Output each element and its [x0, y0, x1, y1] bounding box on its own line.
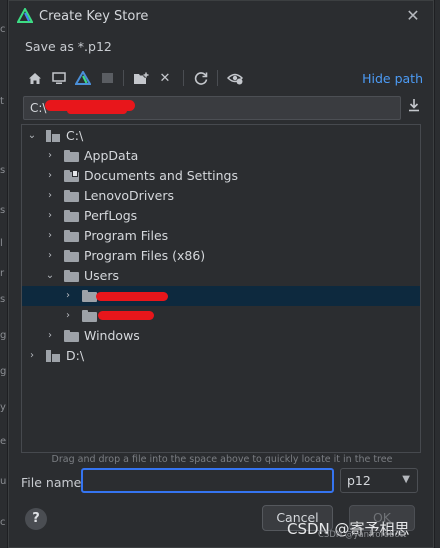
chevron-right-icon[interactable]: › [44, 146, 56, 166]
new-folder-icon[interactable] [131, 68, 151, 88]
folder-icon [64, 330, 79, 342]
dialog-title: Create Key Store [39, 9, 149, 24]
tree-node-program-files-x86[interactable]: › Program Files (x86) [22, 246, 420, 266]
folder-icon [64, 250, 79, 262]
help-button[interactable]: ? [25, 508, 47, 530]
tree-node-perflogs[interactable]: › PerfLogs [22, 206, 420, 226]
chevron-right-icon[interactable]: › [44, 206, 56, 226]
download-icon[interactable] [405, 98, 423, 118]
chevron-right-icon[interactable]: › [44, 226, 56, 246]
tree-node-lenovodrivers[interactable]: › LenovoDrivers [22, 186, 420, 206]
csdn-watermark-sub: CSDN @yanfrorobott [318, 530, 407, 540]
chevron-right-icon[interactable]: › [44, 186, 56, 206]
chevron-down-icon[interactable]: ⌄ [44, 266, 56, 286]
folder-icon [64, 270, 79, 282]
tree-node-program-files[interactable]: › Program Files [22, 226, 420, 246]
chevron-right-icon[interactable]: › [44, 246, 56, 266]
chevron-right-icon[interactable]: › [44, 326, 56, 346]
folder-icon [64, 230, 79, 242]
chevron-right-icon[interactable]: › [44, 166, 56, 186]
create-key-store-dialog: Create Key Store ✕ Save as *.p12 ✕ Hide … [8, 0, 434, 548]
desktop-icon[interactable] [49, 68, 69, 88]
folder-icon [64, 210, 79, 222]
refresh-icon[interactable] [191, 68, 211, 88]
redaction-mark [67, 107, 127, 114]
extension-select[interactable]: p12 ▼ [340, 468, 418, 493]
folder-icon [64, 190, 79, 202]
dialog-titlebar: Create Key Store ✕ [9, 1, 433, 31]
module-icon[interactable] [97, 68, 117, 88]
close-icon[interactable]: ✕ [403, 6, 423, 26]
redaction-mark [98, 311, 154, 320]
chevron-right-icon[interactable]: › [62, 306, 74, 326]
toolbar-separator [183, 70, 184, 86]
project-icon[interactable] [73, 68, 93, 88]
extension-select-value: p12 [347, 473, 371, 488]
file-tree: ⌄ C:\ › AppData › Documents and Settings… [21, 124, 421, 453]
android-studio-logo-icon [17, 8, 33, 23]
file-name-input[interactable] [81, 468, 334, 493]
tree-node-c-drive[interactable]: ⌄ C:\ [22, 126, 420, 146]
dialog-subtitle: Save as *.p12 [25, 39, 112, 54]
chevron-down-icon: ▼ [402, 474, 410, 485]
chevron-right-icon[interactable]: › [26, 346, 38, 366]
toolbar-separator [217, 70, 218, 86]
file-name-label: File name: [21, 475, 86, 490]
show-hidden-icon[interactable] [225, 68, 245, 88]
delete-icon[interactable]: ✕ [155, 68, 175, 88]
redaction-mark [96, 292, 168, 301]
tree-node-documents-and-settings[interactable]: › Documents and Settings [22, 166, 420, 186]
tree-node-windows[interactable]: › Windows [22, 326, 420, 346]
drive-icon [46, 350, 60, 362]
tree-node-redacted[interactable]: › [22, 306, 420, 326]
hide-path-link[interactable]: Hide path [362, 71, 423, 86]
tree-node-d-drive[interactable]: › D:\ [22, 346, 420, 366]
drive-icon [46, 130, 60, 142]
background-window-left-edge: c t s s l r s g g y e u c [0, 0, 8, 548]
tree-node-appdata[interactable]: › AppData [22, 146, 420, 166]
home-icon[interactable] [25, 68, 45, 88]
toolbar-separator [123, 70, 124, 86]
shortcut-badge-icon [72, 170, 78, 177]
tree-node-users[interactable]: ⌄ Users [22, 266, 420, 286]
chevron-down-icon[interactable]: ⌄ [26, 126, 38, 146]
background-window-right-edge [434, 0, 440, 548]
file-chooser-toolbar: ✕ Hide path [23, 64, 423, 92]
folder-icon [82, 310, 97, 322]
chevron-right-icon[interactable]: › [62, 286, 74, 306]
folder-icon [82, 290, 97, 302]
tree-node-user-redacted[interactable]: › [22, 286, 420, 306]
drag-drop-hint: Drag and drop a file into the space abov… [51, 454, 393, 465]
folder-icon [64, 150, 79, 162]
